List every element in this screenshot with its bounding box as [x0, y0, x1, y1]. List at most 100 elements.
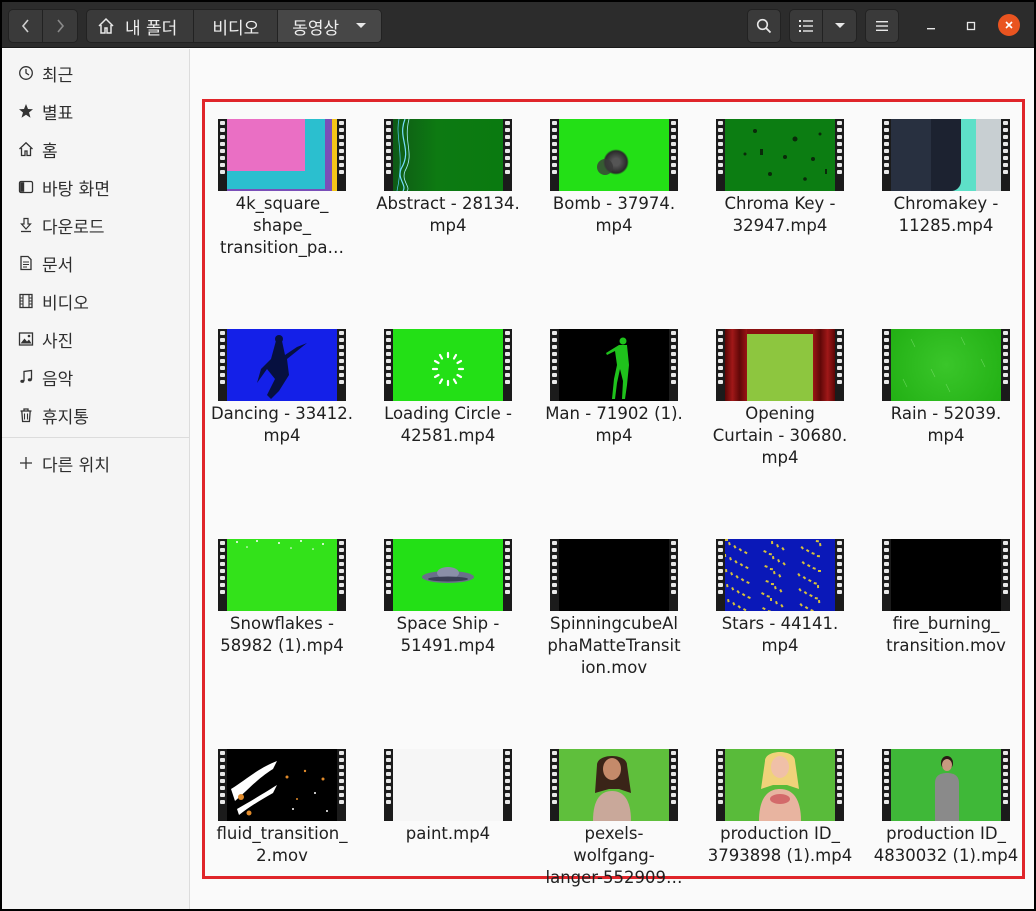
thumbnail-frame: [559, 539, 669, 611]
sidebar-item-home[interactable]: 홈: [2, 130, 189, 168]
file-item[interactable]: Chroma Key - 32947.mp4: [705, 119, 855, 237]
file-name-line: 32947.mp4: [732, 216, 828, 235]
sidebar-item-label: 비디오: [42, 293, 89, 314]
file-name-line: mp4: [761, 448, 799, 467]
film-sprocket: [384, 749, 393, 821]
film-sprocket: [835, 749, 844, 821]
breadcrumb-videos[interactable]: 비디오: [194, 10, 279, 42]
film-sprocket: [669, 329, 678, 401]
breadcrumb: 내 폴더 비디오 동영상: [86, 9, 383, 43]
sidebar-item-other-locations[interactable]: 다른 위치: [2, 444, 189, 482]
film-sprocket: [337, 749, 346, 821]
file-item[interactable]: Space Ship - 51491.mp4: [373, 539, 523, 657]
file-item[interactable]: production ID_ 3793898 (1).mp4: [705, 749, 855, 867]
film-sprocket: [1001, 119, 1010, 191]
music-icon: [16, 367, 36, 387]
film-sprocket: [550, 749, 559, 821]
video-thumbnail: [218, 329, 346, 401]
file-name-line: Chroma Key -: [724, 194, 836, 213]
file-name-line: fire_burning_: [892, 614, 1000, 633]
sidebar-item-recent[interactable]: 최근: [2, 54, 189, 92]
file-item[interactable]: fluid_transition_ 2.mov: [207, 749, 357, 867]
file-item[interactable]: SpinningcubeAl phaMatteTransit ion.mov: [539, 539, 689, 679]
breadcrumb-home[interactable]: 내 폴더: [87, 10, 195, 42]
list-view-icon: [799, 20, 813, 32]
sidebar-item-music[interactable]: 음악: [2, 358, 189, 396]
breadcrumb-label: 동영상: [292, 18, 340, 39]
file-name-line: wolfgang-: [573, 846, 655, 865]
chevron-down-icon: [356, 23, 367, 28]
sidebar-item-documents[interactable]: 문서: [2, 244, 189, 282]
sidebar-item-starred[interactable]: 별표: [2, 92, 189, 130]
search-button[interactable]: [747, 9, 781, 43]
video-thumbnail: [218, 119, 346, 191]
minimize-button[interactable]: [921, 16, 941, 36]
file-item[interactable]: paint.mp4: [373, 749, 523, 845]
video-thumbnail: [550, 119, 678, 191]
sidebar-item-desktop[interactable]: 바탕 화면: [2, 168, 189, 206]
video-thumbnail: [218, 539, 346, 611]
view-toggle-button[interactable]: [789, 9, 823, 43]
file-name: SpinningcubeAl phaMatteTransit ion.mov: [539, 613, 689, 679]
thumbnail-frame: [891, 119, 1001, 191]
sidebar-item-downloads[interactable]: 다운로드: [2, 206, 189, 244]
film-sprocket: [835, 329, 844, 401]
thumbnail-frame: [725, 749, 835, 821]
film-sprocket: [550, 119, 559, 191]
file-item[interactable]: Snowflakes - 58982 (1).mp4: [207, 539, 357, 657]
film-sprocket: [384, 329, 393, 401]
file-item[interactable]: Dancing - 33412. mp4: [207, 329, 357, 447]
video-thumbnail: [716, 119, 844, 191]
film-sprocket: [218, 119, 227, 191]
close-button[interactable]: [998, 14, 1020, 36]
thumbnail-frame: [891, 749, 1001, 821]
file-name-line: Dancing - 33412.: [210, 404, 354, 423]
film-sprocket: [1001, 329, 1010, 401]
file-item[interactable]: Man - 71902 (1). mp4: [539, 329, 689, 447]
home-icon: [16, 139, 36, 159]
sidebar-item-label: 다운로드: [42, 217, 105, 238]
file-name-line: mp4: [761, 636, 799, 655]
file-item[interactable]: Opening Curtain - 30680. mp4: [705, 329, 855, 469]
sidebar-item-pictures[interactable]: 사진: [2, 320, 189, 358]
file-name: 4k_square_ shape_ transition_pa…: [207, 193, 357, 259]
file-name-line: 11285.mp4: [898, 216, 994, 235]
file-item[interactable]: Stars - 44141. mp4: [705, 539, 855, 657]
video-thumbnail: [716, 749, 844, 821]
file-item[interactable]: Bomb - 37974. mp4: [539, 119, 689, 237]
forward-button[interactable]: [42, 9, 78, 43]
film-sprocket: [384, 119, 393, 191]
breadcrumb-current[interactable]: 동영상: [278, 10, 382, 42]
file-name-line: langer-552909…: [545, 868, 683, 887]
file-item[interactable]: Rain - 52039. mp4: [871, 329, 1021, 447]
file-item[interactable]: 4k_square_ shape_ transition_pa…: [207, 119, 357, 259]
thumbnail-frame: [393, 329, 503, 401]
file-item[interactable]: Chromakey - 11285.mp4: [871, 119, 1021, 237]
file-item[interactable]: Loading Circle - 42581.mp4: [373, 329, 523, 447]
file-name-line: Rain - 52039.: [890, 404, 1002, 423]
file-item[interactable]: Abstract - 28134. mp4: [373, 119, 523, 237]
file-item[interactable]: production ID_ 4830032 (1).mp4: [871, 749, 1021, 867]
sidebar-item-label: 문서: [42, 255, 74, 276]
clock-icon: [16, 63, 36, 83]
sidebar-item-videos[interactable]: 비디오: [2, 282, 189, 320]
file-item[interactable]: pexels-wolfgang-langer-552909…: [539, 749, 689, 889]
back-button[interactable]: [8, 9, 43, 43]
film-sprocket: [503, 119, 512, 191]
main-menu-button[interactable]: [865, 9, 899, 43]
video-thumbnail: [882, 539, 1010, 611]
film-sprocket: [669, 119, 678, 191]
breadcrumb-label: 비디오: [212, 18, 260, 39]
view-options-button[interactable]: [822, 9, 857, 43]
file-name-line: transition.mov: [886, 636, 1006, 655]
plus-icon: [16, 453, 36, 473]
file-name-line: pexels-: [584, 824, 644, 843]
thumbnail-frame: [393, 749, 503, 821]
film-sprocket: [218, 539, 227, 611]
maximize-button[interactable]: [961, 16, 981, 36]
sidebar-item-trash[interactable]: 휴지통: [2, 396, 189, 434]
file-item[interactable]: fire_burning_ transition.mov: [871, 539, 1021, 657]
thumbnail-frame: [725, 119, 835, 191]
file-name-line: Chromakey -: [893, 194, 999, 213]
sidebar-item-label: 바탕 화면: [42, 179, 110, 200]
